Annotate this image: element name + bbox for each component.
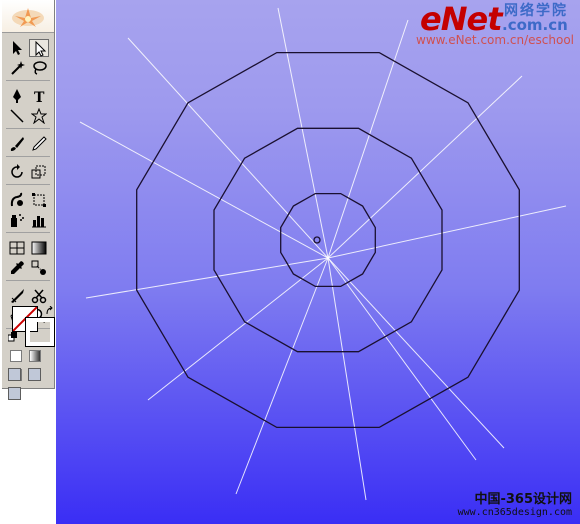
guide-ray[interactable] — [79, 121, 329, 259]
pencil-tool[interactable] — [29, 135, 49, 153]
eyedropper-icon — [11, 261, 24, 274]
star-tool[interactable] — [29, 107, 49, 125]
flower-icon — [12, 8, 44, 27]
free-transform-tool[interactable] — [29, 191, 49, 209]
middle-polygon[interactable] — [213, 127, 443, 353]
eyedropper-tool[interactable] — [7, 259, 27, 277]
gradient-icon — [31, 241, 47, 255]
scissors-icon — [31, 289, 47, 304]
line-segment-tool[interactable] — [7, 107, 27, 125]
artboard-canvas[interactable]: eNet 网络学院 .com.cn www.eNet.com.cn/eschoo… — [56, 0, 580, 524]
symbol-sprayer-icon — [11, 214, 24, 227]
guide-ray[interactable] — [85, 257, 329, 299]
type-tool[interactable]: T — [29, 87, 49, 105]
tool-group-divider — [6, 280, 50, 285]
free-transform-icon — [32, 193, 46, 207]
fill-stroke-control[interactable] — [8, 306, 55, 347]
guide-ray[interactable] — [327, 19, 409, 259]
rotate-tool[interactable] — [7, 163, 27, 181]
rotate-icon — [11, 164, 23, 178]
blend-icon — [31, 260, 46, 275]
guide-ray[interactable] — [327, 257, 477, 461]
warp-icon — [10, 192, 23, 207]
svg-text:T: T — [34, 90, 45, 104]
lasso-tool[interactable] — [29, 59, 49, 77]
slice-icon — [11, 289, 24, 303]
color-button[interactable] — [10, 350, 22, 362]
symbol-sprayer-tool[interactable] — [7, 211, 27, 229]
line-segment-icon — [10, 109, 24, 123]
site-watermark: 中国-365设计网 www.cn365design.com — [458, 488, 572, 518]
blend-tool[interactable] — [29, 259, 49, 277]
stroke-swatch[interactable] — [25, 317, 55, 347]
lasso-icon — [33, 61, 47, 75]
magic-wand-tool[interactable] — [7, 59, 27, 77]
guide-ray[interactable] — [327, 257, 367, 501]
magic-wand-icon — [11, 61, 25, 75]
guide-ray[interactable] — [147, 257, 329, 401]
site-name: 中国-365设计网 — [474, 492, 572, 507]
full-screen-menu-mode-button[interactable] — [28, 368, 42, 381]
guide-ray[interactable] — [127, 37, 329, 259]
swap-colors-icon[interactable] — [46, 306, 54, 316]
tool-group-divider — [6, 232, 50, 237]
mesh-icon — [9, 241, 25, 255]
type-icon: T — [34, 90, 45, 104]
enet-watermark: eNet 网络学院 .com.cn www.eNet.com.cn/eschoo… — [416, 0, 578, 50]
tool-group-divider — [6, 80, 50, 85]
artwork — [79, 7, 567, 501]
full-screen-mode-button[interactable] — [8, 387, 21, 400]
color-mode-buttons — [10, 350, 52, 381]
gradient-button[interactable] — [29, 350, 42, 362]
tool-group-divider — [6, 128, 50, 133]
direct-selection-tool[interactable] — [29, 39, 49, 57]
site-url: www.cn365design.com — [457, 507, 572, 518]
column-graph-icon — [32, 216, 46, 228]
guide-ray[interactable] — [235, 257, 329, 495]
guide-ray[interactable] — [327, 205, 567, 259]
scale-icon — [31, 165, 46, 179]
direct-selection-icon — [35, 41, 47, 57]
standard-screen-mode-button[interactable] — [8, 368, 21, 381]
column-graph-tool[interactable] — [29, 211, 49, 229]
pen-tool[interactable] — [7, 87, 27, 105]
watermark-domain: .com.cn — [502, 16, 568, 34]
selection-tool[interactable] — [7, 39, 27, 57]
tools-panel: T — [2, 0, 55, 400]
scale-tool[interactable] — [29, 163, 49, 181]
tool-group-divider — [6, 184, 50, 189]
slice-tool[interactable] — [7, 287, 27, 305]
watermark-url: www.eNet.com.cn/eschool — [416, 33, 574, 47]
mesh-tool[interactable] — [7, 239, 27, 257]
application-logo[interactable] — [2, 0, 54, 33]
outer-polygon[interactable] — [136, 51, 520, 429]
paintbrush-icon — [10, 137, 24, 151]
tool-grid: T — [6, 38, 52, 334]
scissors-tool[interactable] — [29, 287, 49, 305]
warp-tool[interactable] — [7, 191, 27, 209]
star-icon — [31, 108, 47, 124]
screen-mode-buttons — [8, 368, 54, 400]
center-point-marker[interactable] — [313, 236, 321, 244]
gradient-tool[interactable] — [29, 239, 49, 257]
guide-ray[interactable] — [327, 257, 505, 449]
guide-ray[interactable] — [327, 75, 523, 259]
selection-icon — [13, 41, 22, 55]
pencil-icon — [32, 136, 47, 151]
tool-group-divider — [6, 156, 50, 161]
paintbrush-tool[interactable] — [7, 135, 27, 153]
pen-icon — [13, 89, 21, 103]
default-colors-icon[interactable] — [8, 332, 18, 342]
